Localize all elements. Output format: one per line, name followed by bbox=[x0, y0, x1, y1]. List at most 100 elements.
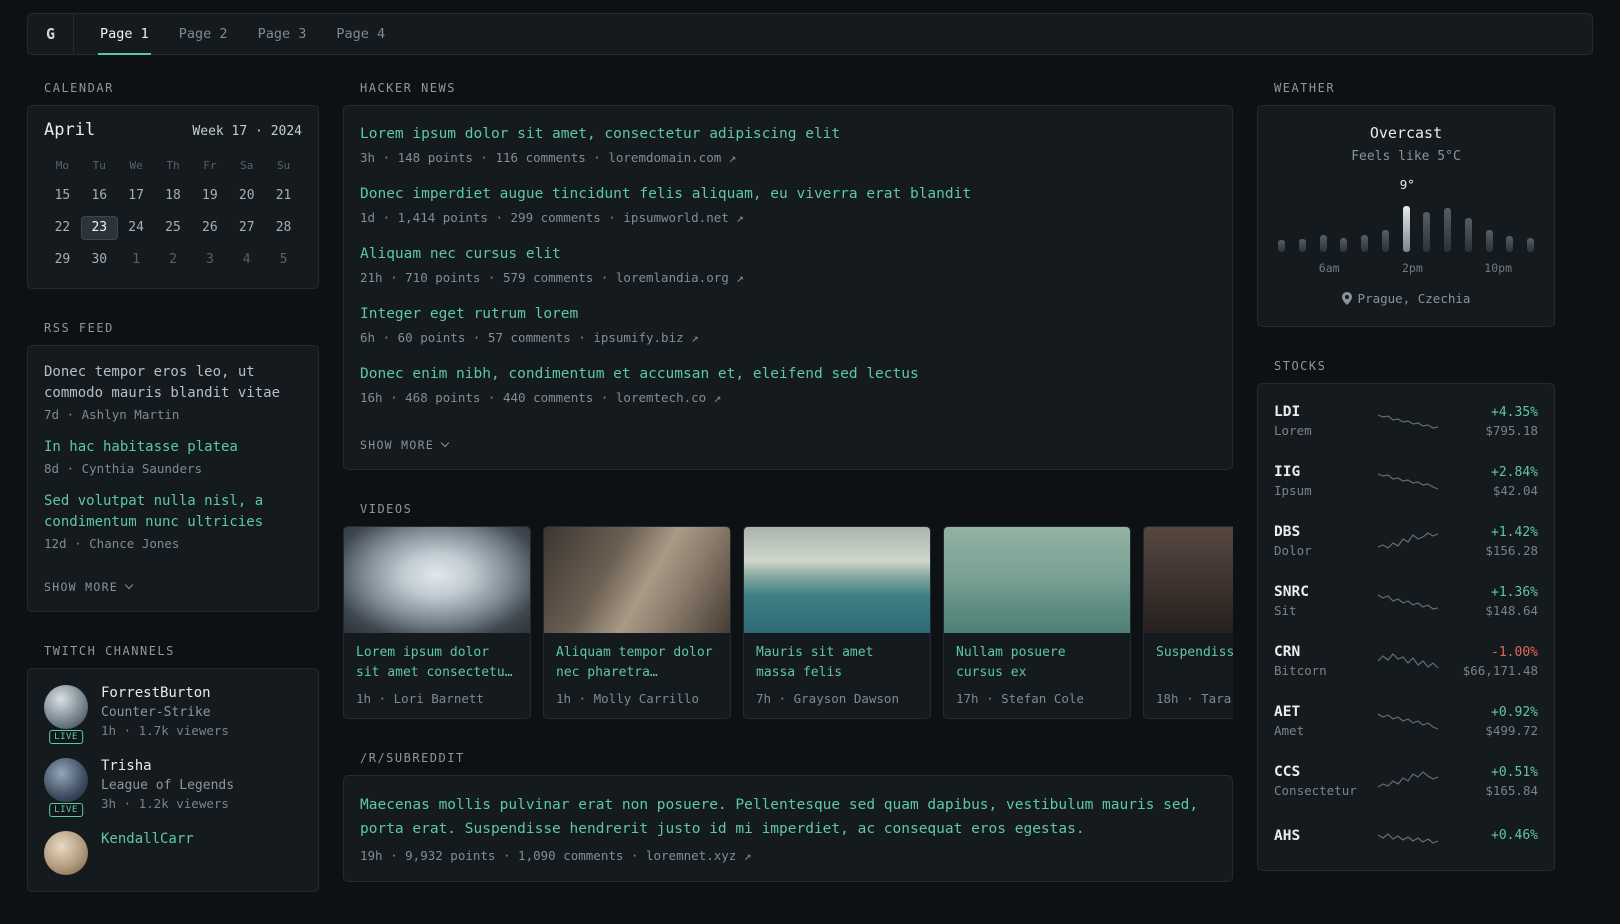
stock-row[interactable]: SNRC Sit +1.36% $148.64 bbox=[1274, 571, 1538, 631]
hn-item-domain-link[interactable]: loremlandia.org ↗ bbox=[616, 270, 744, 285]
hn-item-title-link[interactable]: Lorem ipsum dolor sit amet, consectetur … bbox=[360, 124, 1216, 145]
subreddit-post-title-link[interactable]: Maecenas mollis pulvinar erat non posuer… bbox=[360, 794, 1216, 842]
channel-name-link[interactable]: Trisha bbox=[101, 758, 234, 774]
rss-item-title-link[interactable]: Sed volutpat nulla nisl, a condimentum n… bbox=[44, 491, 302, 533]
stock-row[interactable]: LDI Lorem +4.35% $795.18 bbox=[1274, 391, 1538, 451]
stock-sparkline bbox=[1370, 708, 1446, 734]
video-card[interactable]: Aliquam tempor dolor nec pharetra… 1h · … bbox=[543, 526, 731, 720]
weather-bar bbox=[1402, 206, 1410, 252]
hn-item-stats: 1d · 1,414 points · 299 comments · bbox=[360, 210, 616, 226]
video-body: Lorem ipsum dolor sit amet consectetu… 1… bbox=[344, 633, 530, 718]
weather-bar bbox=[1527, 238, 1534, 252]
stock-name: Dolor bbox=[1274, 543, 1312, 558]
hn-item-title-link[interactable]: Integer eget rutrum lorem bbox=[360, 304, 1216, 325]
channel-name-link[interactable]: KendallCarr bbox=[101, 831, 194, 847]
stock-id: AET Amet bbox=[1274, 704, 1370, 738]
video-card[interactable]: Suspendisse diam 18h · Tara bbox=[1143, 526, 1233, 720]
hackernews-section-title: HACKER NEWS bbox=[360, 81, 456, 95]
stock-change: +4.35% bbox=[1491, 404, 1538, 420]
tab-page-2[interactable]: Page 2 bbox=[177, 14, 230, 55]
calendar-grid: Mo Tu We Th Fr Sa Su 15 16 17 18 19 20 2… bbox=[44, 156, 302, 272]
weather-bar bbox=[1485, 230, 1493, 252]
stock-symbol: SNRC bbox=[1274, 584, 1309, 600]
weather-bar bbox=[1381, 230, 1389, 252]
video-card[interactable]: Mauris sit amet massa felis 7h · Grayson… bbox=[743, 526, 931, 720]
calendar-day: 30 bbox=[91, 252, 108, 267]
stock-symbol: LDI bbox=[1274, 404, 1301, 420]
stock-row[interactable]: AET Amet +0.92% $499.72 bbox=[1274, 691, 1538, 751]
stock-sparkline bbox=[1370, 408, 1446, 434]
rss-show-more-button[interactable]: SHOW MORE bbox=[44, 580, 134, 594]
hn-item-domain-link[interactable]: loremtech.co ↗ bbox=[616, 390, 721, 405]
video-meta: 1h · Lori Barnett bbox=[356, 691, 484, 707]
video-card[interactable]: Lorem ipsum dolor sit amet consectetu… 1… bbox=[343, 526, 531, 720]
twitch-channel: LIVE ForrestBurton Counter-Strike 1h · 1… bbox=[44, 685, 302, 744]
hn-item-title-link[interactable]: Aliquam nec cursus elit bbox=[360, 244, 1216, 265]
channel-name-link[interactable]: ForrestBurton bbox=[101, 685, 229, 701]
subreddit-post-stats: 19h · 9,932 points · 1,090 comments · bbox=[360, 848, 639, 864]
video-title: Aliquam tempor dolor nec pharetra… bbox=[556, 645, 713, 681]
video-thumbnail bbox=[344, 527, 530, 634]
calendar-week-year: Week 17 · 2024 bbox=[192, 124, 302, 139]
stock-row[interactable]: CCS Consectetur +0.51% $165.84 bbox=[1274, 751, 1538, 811]
calendar-day: 24 bbox=[128, 220, 144, 235]
avatar[interactable] bbox=[44, 831, 88, 875]
twitch-channel: LIVE Trisha League of Legends 3h · 1.2k … bbox=[44, 758, 302, 817]
video-meta: 7h · Grayson Dawson bbox=[756, 691, 899, 707]
stock-price: $148.64 bbox=[1485, 602, 1538, 618]
hn-item-domain-link[interactable]: loremdomain.com ↗ bbox=[608, 150, 736, 165]
tab-page-1[interactable]: Page 1 bbox=[98, 14, 151, 55]
stock-id: LDI Lorem bbox=[1274, 404, 1370, 438]
stock-id: IIG Ipsum bbox=[1274, 464, 1370, 498]
stock-price: $165.84 bbox=[1485, 782, 1538, 798]
twitch-channel: KendallCarr bbox=[44, 831, 302, 875]
video-title: Nullam posuere cursus ex bbox=[956, 645, 1066, 681]
calendar-dow: We bbox=[129, 159, 143, 172]
stock-symbol: AET bbox=[1274, 704, 1301, 720]
weather-bar bbox=[1464, 218, 1472, 252]
hn-item-domain-link[interactable]: ipsumworld.net ↗ bbox=[623, 210, 743, 225]
calendar-day: 22 bbox=[54, 220, 71, 235]
stocks-section-title: STOCKS bbox=[1274, 359, 1327, 373]
twitch-widget: TWITCH CHANNELS LIVE ForrestBurton Count… bbox=[27, 644, 319, 892]
hn-item-title-link[interactable]: Donec imperdiet augue tincidunt felis al… bbox=[360, 184, 1216, 205]
channel-info: Trisha League of Legends 3h · 1.2k viewe… bbox=[101, 758, 234, 811]
avatar-wrap: LIVE bbox=[44, 685, 88, 744]
hn-item-meta: 3h · 148 points · 116 comments · loremdo… bbox=[360, 150, 1216, 165]
tab-page-3[interactable]: Page 3 bbox=[256, 14, 309, 55]
stock-row[interactable]: IIG Ipsum +2.84% $42.04 bbox=[1274, 451, 1538, 511]
calendar-dow: Tu bbox=[92, 159, 106, 172]
rss-item-title-link[interactable]: In hac habitasse platea bbox=[44, 437, 302, 458]
channel-info: ForrestBurton Counter-Strike 1h · 1.7k v… bbox=[101, 685, 229, 738]
weather-bar bbox=[1361, 235, 1368, 252]
channel-game: Counter-Strike bbox=[101, 705, 211, 720]
channel-info: KendallCarr bbox=[101, 831, 194, 875]
stock-row[interactable]: DBS Dolor +1.42% $156.28 bbox=[1274, 511, 1538, 571]
calendar-day: 18 bbox=[165, 188, 181, 203]
calendar-day-next-month: 1 bbox=[132, 252, 141, 267]
hn-item: Donec enim nibh, condimentum et accumsan… bbox=[360, 364, 1216, 405]
rss-item-meta: 12d · Chance Jones bbox=[44, 536, 180, 551]
hn-item-domain-link[interactable]: ipsumify.biz ↗ bbox=[593, 330, 698, 345]
weather-time-label: 6am bbox=[1318, 261, 1340, 275]
avatar[interactable] bbox=[44, 685, 88, 729]
hn-item-meta: 16h · 468 points · 440 comments · loremt… bbox=[360, 390, 1216, 405]
calendar-dow: Sa bbox=[240, 159, 254, 172]
subreddit-widget: /R/SUBREDDIT Maecenas mollis pulvinar er… bbox=[343, 751, 1233, 883]
hn-item-title-link[interactable]: Donec enim nibh, condimentum et accumsan… bbox=[360, 364, 1216, 385]
rss-item-title-link[interactable]: Donec tempor eros leo, ut commodo mauris… bbox=[44, 362, 302, 404]
video-card[interactable]: Nullam posuere cursus ex 17h · Stefan Co… bbox=[943, 526, 1131, 720]
stock-row[interactable]: AHS +0.46% bbox=[1274, 811, 1538, 863]
hn-show-more-button[interactable]: SHOW MORE bbox=[360, 438, 450, 452]
stock-sparkline bbox=[1370, 824, 1446, 850]
stock-name: Amet bbox=[1274, 723, 1305, 738]
tab-page-4[interactable]: Page 4 bbox=[334, 14, 387, 55]
stock-name: Sit bbox=[1274, 603, 1297, 618]
subreddit-post-domain-link[interactable]: loremnet.xyz ↗ bbox=[646, 848, 751, 863]
stock-row[interactable]: CRN Bitcorn -1.00% $66,171.48 bbox=[1274, 631, 1538, 691]
weather-bar-chart bbox=[1278, 196, 1534, 252]
app-logo[interactable]: G bbox=[28, 14, 74, 54]
stock-sparkline bbox=[1370, 648, 1446, 674]
subreddit-post: Maecenas mollis pulvinar erat non posuer… bbox=[360, 794, 1216, 863]
avatar[interactable] bbox=[44, 758, 88, 802]
